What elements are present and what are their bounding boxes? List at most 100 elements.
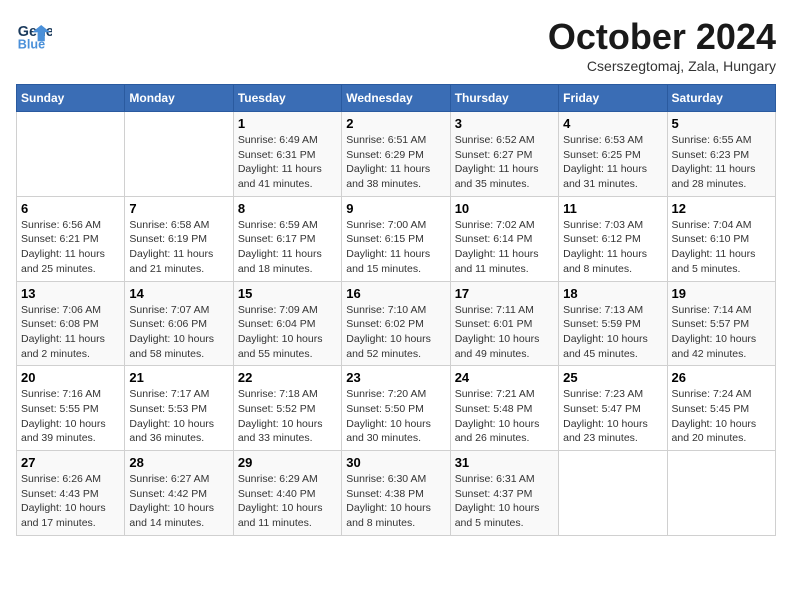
calendar-cell: 31 Sunrise: 6:31 AM Sunset: 4:37 PM Dayl…: [450, 451, 558, 536]
sunrise-text: Sunrise: 6:31 AM: [455, 473, 535, 485]
day-number: 19: [672, 286, 771, 301]
calendar-cell: [125, 112, 233, 197]
sunset-text: Sunset: 6:08 PM: [21, 318, 99, 330]
sunrise-text: Sunrise: 6:29 AM: [238, 473, 318, 485]
day-info: Sunrise: 7:03 AM Sunset: 6:12 PM Dayligh…: [563, 218, 662, 277]
sunset-text: Sunset: 4:38 PM: [346, 488, 424, 500]
sunrise-text: Sunrise: 6:30 AM: [346, 473, 426, 485]
calendar-cell: 12 Sunrise: 7:04 AM Sunset: 6:10 PM Dayl…: [667, 196, 775, 281]
day-number: 12: [672, 201, 771, 216]
sunrise-text: Sunrise: 7:14 AM: [672, 304, 752, 316]
sunset-text: Sunset: 4:40 PM: [238, 488, 316, 500]
day-number: 28: [129, 455, 228, 470]
daylight-text: Daylight: 11 hours and 31 minutes.: [563, 163, 647, 190]
sunrise-text: Sunrise: 7:00 AM: [346, 219, 426, 231]
calendar-cell: 17 Sunrise: 7:11 AM Sunset: 6:01 PM Dayl…: [450, 281, 558, 366]
calendar-cell: [667, 451, 775, 536]
daylight-text: Daylight: 10 hours and 20 minutes.: [672, 418, 757, 445]
calendar-cell: 29 Sunrise: 6:29 AM Sunset: 4:40 PM Dayl…: [233, 451, 341, 536]
daylight-text: Daylight: 11 hours and 25 minutes.: [21, 248, 105, 275]
day-number: 14: [129, 286, 228, 301]
title-block: October 2024 Cserszegtomaj, Zala, Hungar…: [548, 16, 776, 74]
sunset-text: Sunset: 6:19 PM: [129, 233, 207, 245]
sunset-text: Sunset: 6:02 PM: [346, 318, 424, 330]
day-info: Sunrise: 6:55 AM Sunset: 6:23 PM Dayligh…: [672, 133, 771, 192]
calendar-cell: 23 Sunrise: 7:20 AM Sunset: 5:50 PM Dayl…: [342, 366, 450, 451]
calendar-cell: 21 Sunrise: 7:17 AM Sunset: 5:53 PM Dayl…: [125, 366, 233, 451]
calendar-cell: 13 Sunrise: 7:06 AM Sunset: 6:08 PM Dayl…: [17, 281, 125, 366]
calendar-cell: 6 Sunrise: 6:56 AM Sunset: 6:21 PM Dayli…: [17, 196, 125, 281]
calendar-cell: 1 Sunrise: 6:49 AM Sunset: 6:31 PM Dayli…: [233, 112, 341, 197]
day-info: Sunrise: 7:11 AM Sunset: 6:01 PM Dayligh…: [455, 303, 554, 362]
sunset-text: Sunset: 5:55 PM: [21, 403, 99, 415]
day-info: Sunrise: 7:17 AM Sunset: 5:53 PM Dayligh…: [129, 387, 228, 446]
sunrise-text: Sunrise: 7:20 AM: [346, 388, 426, 400]
daylight-text: Daylight: 10 hours and 42 minutes.: [672, 333, 757, 360]
sunrise-text: Sunrise: 7:11 AM: [455, 304, 534, 316]
day-info: Sunrise: 6:53 AM Sunset: 6:25 PM Dayligh…: [563, 133, 662, 192]
day-info: Sunrise: 7:23 AM Sunset: 5:47 PM Dayligh…: [563, 387, 662, 446]
calendar-cell: 4 Sunrise: 6:53 AM Sunset: 6:25 PM Dayli…: [559, 112, 667, 197]
header-monday: Monday: [125, 85, 233, 112]
week-row-2: 6 Sunrise: 6:56 AM Sunset: 6:21 PM Dayli…: [17, 196, 776, 281]
day-info: Sunrise: 6:30 AM Sunset: 4:38 PM Dayligh…: [346, 472, 445, 531]
daylight-text: Daylight: 10 hours and 23 minutes.: [563, 418, 648, 445]
day-number: 23: [346, 370, 445, 385]
day-number: 25: [563, 370, 662, 385]
sunset-text: Sunset: 5:48 PM: [455, 403, 533, 415]
sunrise-text: Sunrise: 7:09 AM: [238, 304, 318, 316]
daylight-text: Daylight: 10 hours and 33 minutes.: [238, 418, 323, 445]
calendar-table: SundayMondayTuesdayWednesdayThursdayFrid…: [16, 84, 776, 536]
sunset-text: Sunset: 5:50 PM: [346, 403, 424, 415]
daylight-text: Daylight: 10 hours and 55 minutes.: [238, 333, 323, 360]
calendar-cell: [17, 112, 125, 197]
sunrise-text: Sunrise: 7:02 AM: [455, 219, 535, 231]
calendar-cell: 15 Sunrise: 7:09 AM Sunset: 6:04 PM Dayl…: [233, 281, 341, 366]
week-row-4: 20 Sunrise: 7:16 AM Sunset: 5:55 PM Dayl…: [17, 366, 776, 451]
daylight-text: Daylight: 11 hours and 18 minutes.: [238, 248, 322, 275]
logo: General Blue: [16, 16, 52, 52]
header-sunday: Sunday: [17, 85, 125, 112]
header-friday: Friday: [559, 85, 667, 112]
daylight-text: Daylight: 11 hours and 11 minutes.: [455, 248, 539, 275]
day-info: Sunrise: 7:24 AM Sunset: 5:45 PM Dayligh…: [672, 387, 771, 446]
day-info: Sunrise: 7:18 AM Sunset: 5:52 PM Dayligh…: [238, 387, 337, 446]
day-info: Sunrise: 6:59 AM Sunset: 6:17 PM Dayligh…: [238, 218, 337, 277]
sunrise-text: Sunrise: 6:53 AM: [563, 134, 643, 146]
sunrise-text: Sunrise: 7:03 AM: [563, 219, 643, 231]
day-number: 9: [346, 201, 445, 216]
sunset-text: Sunset: 5:45 PM: [672, 403, 750, 415]
sunset-text: Sunset: 6:23 PM: [672, 149, 750, 161]
calendar-cell: 22 Sunrise: 7:18 AM Sunset: 5:52 PM Dayl…: [233, 366, 341, 451]
day-number: 26: [672, 370, 771, 385]
sunset-text: Sunset: 6:12 PM: [563, 233, 641, 245]
day-info: Sunrise: 7:10 AM Sunset: 6:02 PM Dayligh…: [346, 303, 445, 362]
sunrise-text: Sunrise: 7:21 AM: [455, 388, 535, 400]
location-subtitle: Cserszegtomaj, Zala, Hungary: [548, 58, 776, 74]
sunrise-text: Sunrise: 7:07 AM: [129, 304, 209, 316]
day-number: 21: [129, 370, 228, 385]
day-info: Sunrise: 7:20 AM Sunset: 5:50 PM Dayligh…: [346, 387, 445, 446]
sunrise-text: Sunrise: 6:27 AM: [129, 473, 209, 485]
day-number: 24: [455, 370, 554, 385]
day-number: 5: [672, 116, 771, 131]
daylight-text: Daylight: 11 hours and 8 minutes.: [563, 248, 647, 275]
sunrise-text: Sunrise: 6:26 AM: [21, 473, 101, 485]
day-info: Sunrise: 7:13 AM Sunset: 5:59 PM Dayligh…: [563, 303, 662, 362]
sunrise-text: Sunrise: 7:17 AM: [129, 388, 209, 400]
day-number: 15: [238, 286, 337, 301]
calendar-cell: 20 Sunrise: 7:16 AM Sunset: 5:55 PM Dayl…: [17, 366, 125, 451]
day-info: Sunrise: 6:27 AM Sunset: 4:42 PM Dayligh…: [129, 472, 228, 531]
daylight-text: Daylight: 10 hours and 39 minutes.: [21, 418, 106, 445]
calendar-cell: 11 Sunrise: 7:03 AM Sunset: 6:12 PM Dayl…: [559, 196, 667, 281]
daylight-text: Daylight: 10 hours and 36 minutes.: [129, 418, 214, 445]
sunrise-text: Sunrise: 7:23 AM: [563, 388, 643, 400]
daylight-text: Daylight: 11 hours and 5 minutes.: [672, 248, 756, 275]
daylight-text: Daylight: 11 hours and 38 minutes.: [346, 163, 430, 190]
sunrise-text: Sunrise: 7:06 AM: [21, 304, 101, 316]
sunrise-text: Sunrise: 6:52 AM: [455, 134, 535, 146]
day-number: 30: [346, 455, 445, 470]
calendar-cell: 19 Sunrise: 7:14 AM Sunset: 5:57 PM Dayl…: [667, 281, 775, 366]
day-number: 3: [455, 116, 554, 131]
daylight-text: Daylight: 11 hours and 2 minutes.: [21, 333, 105, 360]
